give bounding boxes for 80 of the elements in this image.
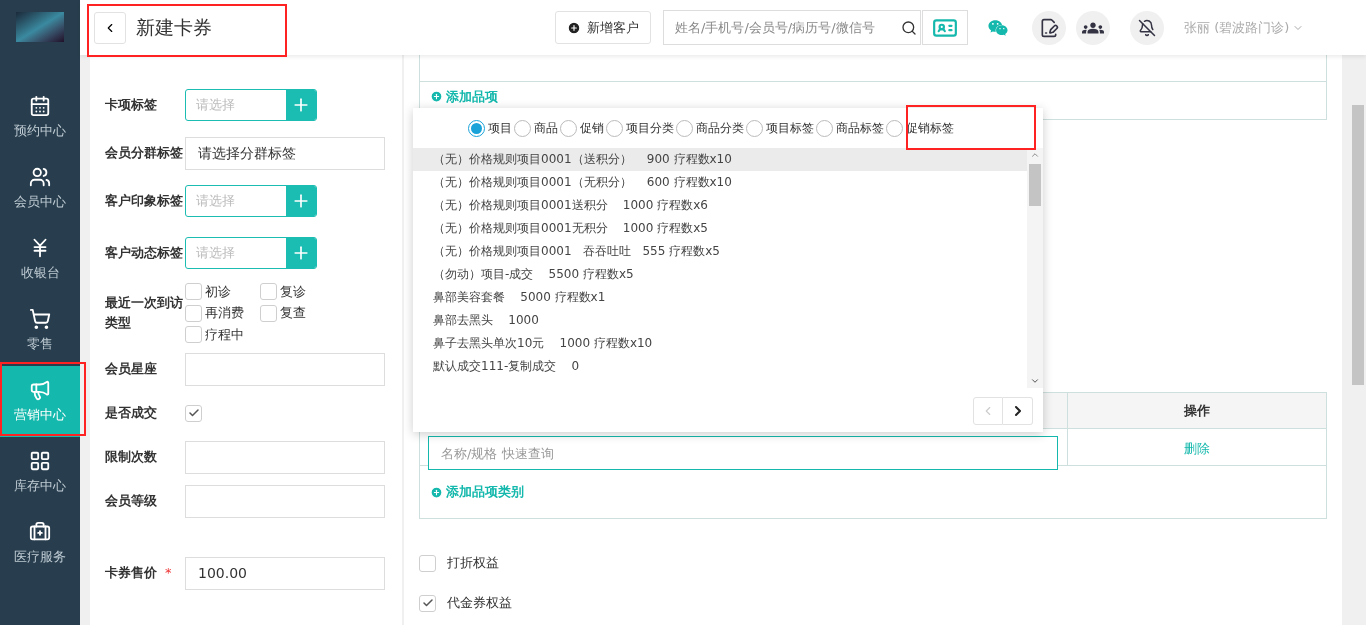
- users-icon: [29, 165, 51, 188]
- next-page-button[interactable]: [1003, 397, 1033, 425]
- document-pen-icon: [1039, 17, 1059, 38]
- calendar-icon: [29, 94, 51, 117]
- checkbox[interactable]: [185, 404, 202, 422]
- grid-icon: [29, 449, 51, 472]
- megaphone-icon: [29, 378, 51, 401]
- search-field[interactable]: 姓名/手机号/会员号/病历号/微信号: [663, 10, 921, 45]
- checkbox[interactable]: [419, 594, 436, 612]
- sidebar-item[interactable]: 零售: [0, 295, 80, 366]
- type-radio[interactable]: 商品标签: [816, 119, 884, 137]
- add-tag-button[interactable]: [286, 238, 316, 268]
- back-button[interactable]: [94, 11, 126, 44]
- scroll-down-icon: [1030, 376, 1040, 386]
- checkbox-label: 再消费: [205, 304, 244, 323]
- document-sign-button[interactable]: [1032, 10, 1066, 45]
- type-radio[interactable]: 促销: [560, 119, 604, 137]
- field-label: 会员分群标签: [105, 144, 183, 163]
- scrollbar-thumb[interactable]: [1352, 105, 1364, 385]
- field-label: 卡项标签: [105, 96, 158, 115]
- id-card-button[interactable]: [922, 10, 968, 45]
- sidebar-item[interactable]: 医疗服务: [0, 508, 80, 579]
- check-icon: [421, 597, 434, 609]
- field-label: 客户印象标签: [105, 192, 184, 211]
- required-mark: *: [165, 564, 172, 583]
- field-label: 会员等级: [105, 492, 157, 511]
- checkbox[interactable]: [185, 326, 202, 343]
- text-field[interactable]: 请选择分群标签: [185, 136, 385, 170]
- checkbox[interactable]: [260, 304, 277, 322]
- search-icon: [901, 19, 917, 36]
- type-radio[interactable]: 项目标签: [746, 119, 814, 137]
- type-radio[interactable]: 项目: [468, 119, 512, 137]
- check-icon: [187, 407, 200, 419]
- cart-icon: [29, 307, 51, 330]
- sidebar-item[interactable]: 库存中心: [0, 437, 80, 508]
- checkbox-label: 复诊: [280, 282, 306, 301]
- checkbox[interactable]: [419, 554, 436, 572]
- text-field[interactable]: 100.00: [185, 556, 385, 590]
- checkbox-label: 初诊: [205, 282, 231, 301]
- list-scrollbar[interactable]: [1027, 148, 1043, 388]
- add-customer-button[interactable]: 新增客户: [555, 11, 651, 44]
- field-label: 限制次数: [105, 448, 157, 467]
- mute-button[interactable]: [1130, 10, 1164, 45]
- checkbox-label: 疗程中: [205, 325, 244, 344]
- checkbox[interactable]: [260, 283, 277, 300]
- add-tag-button[interactable]: [286, 186, 316, 216]
- benefit-label: 打折权益: [447, 554, 499, 573]
- scrollbar-thumb[interactable]: [1029, 164, 1041, 206]
- type-radio[interactable]: 商品: [514, 119, 558, 137]
- field-label: 客户动态标签: [105, 244, 184, 263]
- sidebar-item[interactable]: 预约中心: [0, 82, 80, 153]
- item-option[interactable]: （无）价格规则项目0001（送积分） 900 疗程数x10: [413, 148, 1027, 171]
- checkbox[interactable]: [185, 304, 202, 322]
- type-radio[interactable]: 项目分类: [606, 119, 674, 137]
- page-title: 新建卡券: [136, 15, 212, 41]
- column-header: 操作: [1183, 402, 1211, 420]
- add-tag-button[interactable]: [286, 90, 316, 120]
- sidebar-item[interactable]: 会员中心: [0, 153, 80, 224]
- bell-off-icon: [1138, 18, 1156, 37]
- plus-circle-icon: [567, 20, 581, 35]
- checkbox[interactable]: [185, 283, 202, 300]
- chat-bubbles-icon[interactable]: [988, 17, 1008, 38]
- scroll-up-icon: [1030, 150, 1040, 160]
- field-label: 会员星座: [105, 360, 157, 379]
- quick-search-field[interactable]: 名称/规格 快速查询: [428, 436, 1058, 470]
- field-label: 卡券售价: [105, 564, 157, 583]
- plus-circle-icon: [430, 485, 443, 499]
- logo-image: [16, 12, 64, 42]
- sidebar-item[interactable]: 收银台: [0, 224, 80, 295]
- field-label: 是否成交: [105, 404, 158, 423]
- group-schedule-button[interactable]: [1076, 10, 1110, 45]
- text-field[interactable]: [185, 352, 385, 386]
- text-field[interactable]: [185, 440, 385, 474]
- medical-kit-icon: [29, 520, 51, 543]
- benefit-label: 代金券权益: [447, 594, 512, 613]
- text-field[interactable]: [185, 484, 385, 518]
- field-label: 最近一次到访类型: [105, 294, 184, 332]
- type-radio[interactable]: 商品分类: [676, 119, 744, 137]
- plus-circle-icon: [430, 90, 443, 104]
- checkbox-label: 复查: [280, 304, 306, 323]
